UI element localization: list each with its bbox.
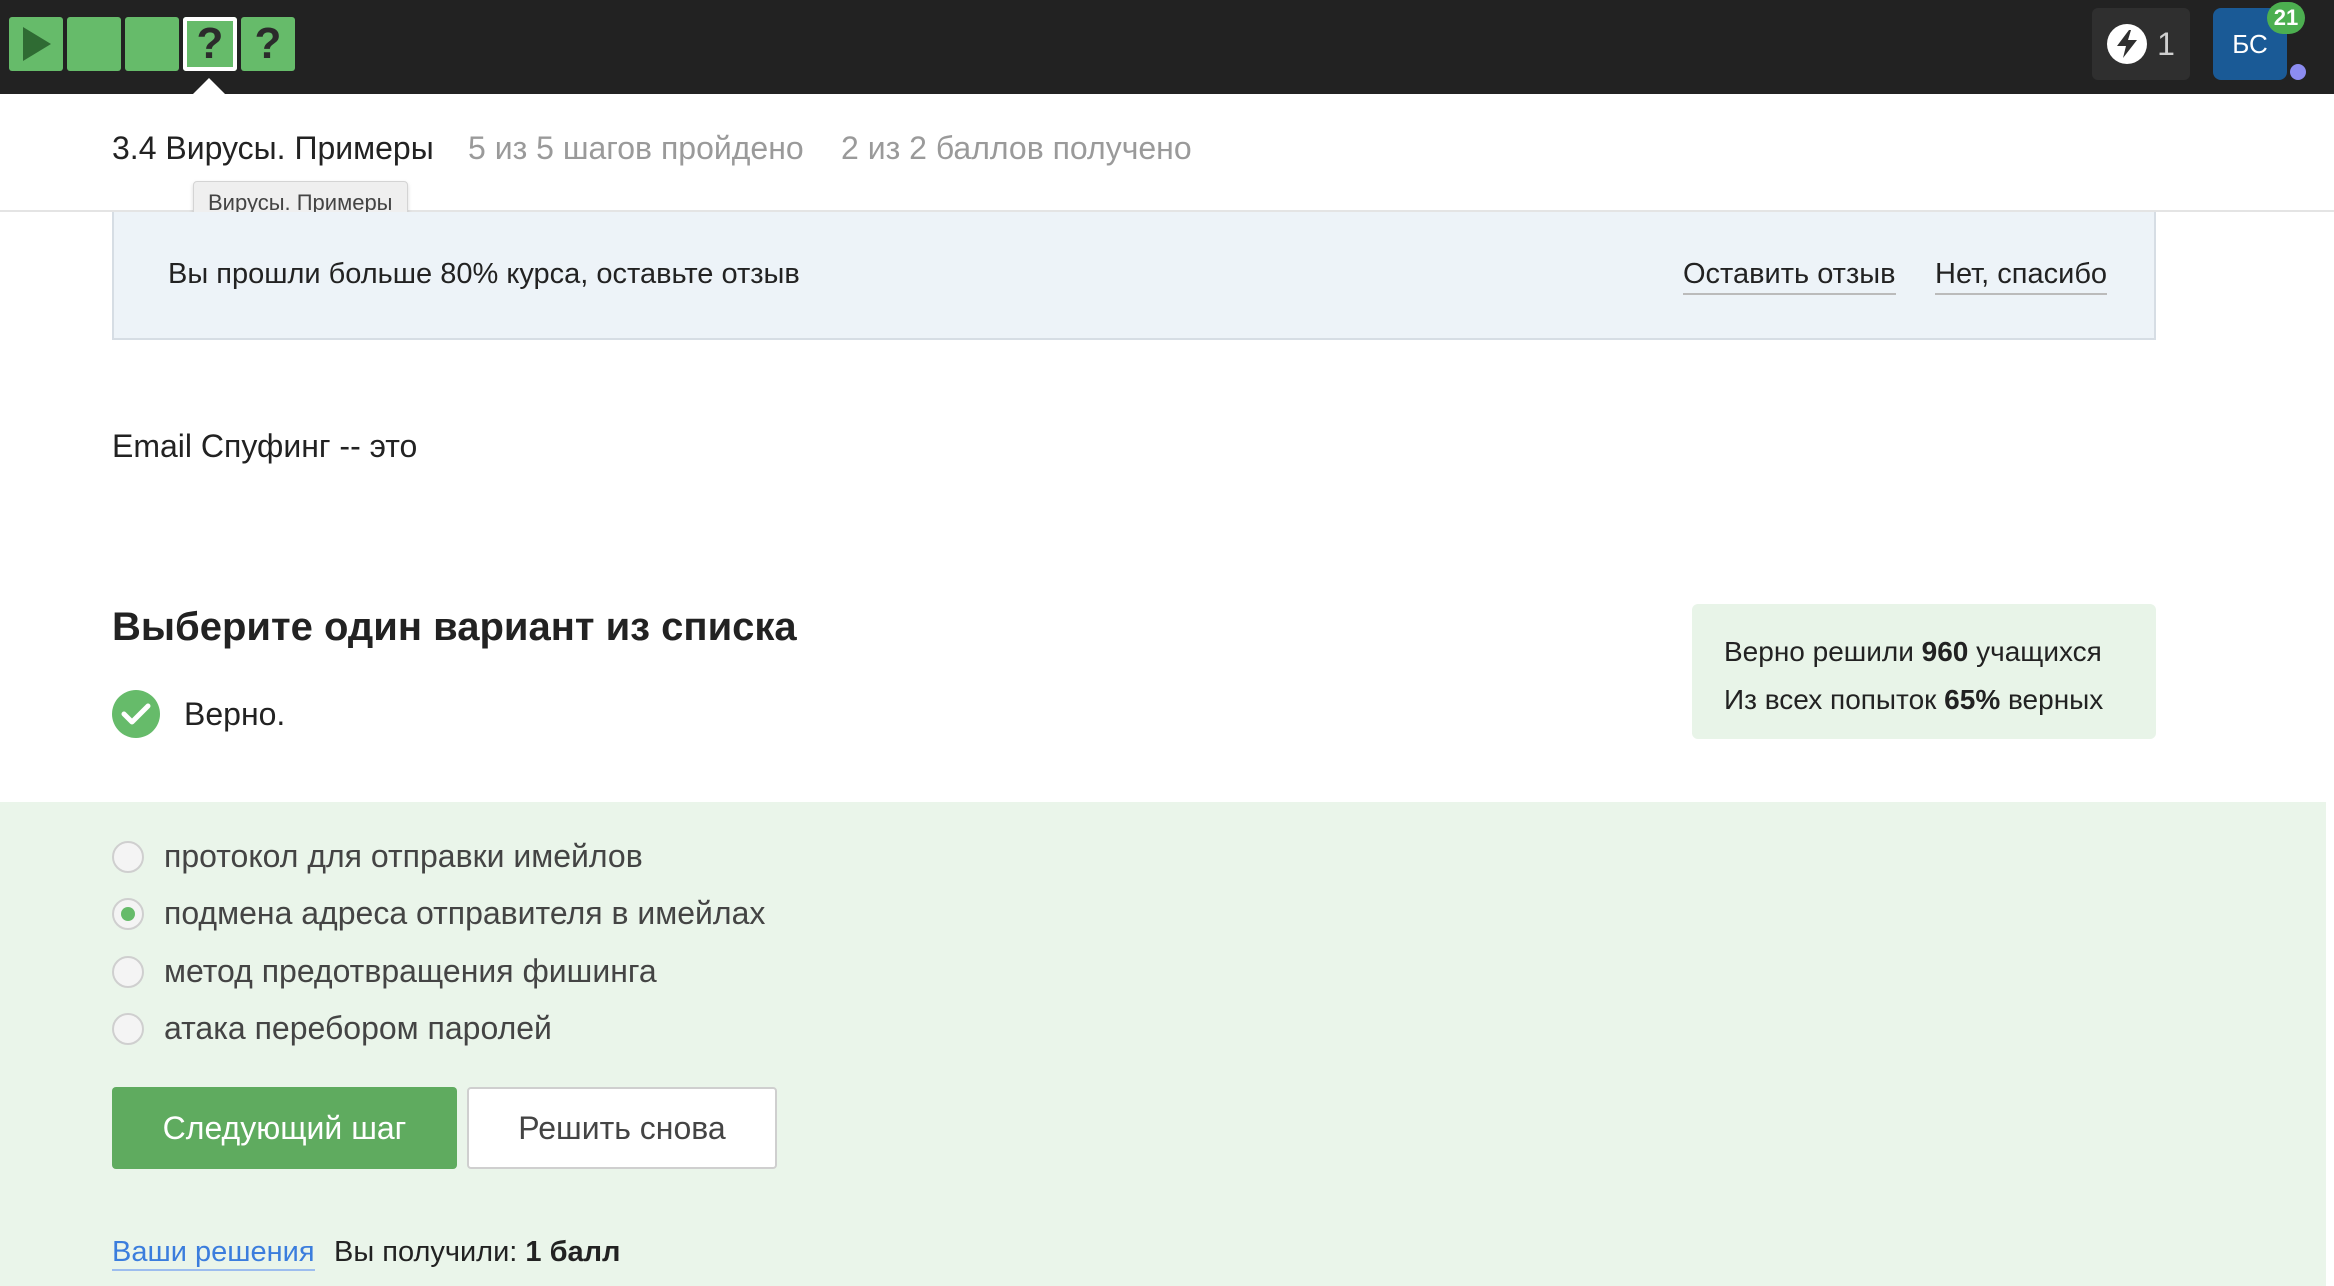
success-rate-line: Из всех попыток 65% верных <box>1724 684 2104 715</box>
answer-option-label: подмена адреса отправителя в имейлах <box>164 895 766 931</box>
answer-option-label: протокол для отправки имейлов <box>164 838 643 874</box>
lesson-steps-nav: ? ? <box>9 17 295 71</box>
notifications-badge: 21 <box>2267 2 2305 34</box>
answer-option-selected[interactable]: подмена адреса отправителя в имейлах <box>112 895 765 932</box>
result-text: Верно. <box>184 695 286 732</box>
score-value: 1 балл <box>525 1236 621 1268</box>
step-3-button[interactable] <box>125 17 179 71</box>
energy-button[interactable]: 1 <box>2092 8 2190 80</box>
next-step-button[interactable]: Следующий шаг <box>112 1087 457 1169</box>
answer-option-label: метод предотвращения фишинга <box>164 953 657 989</box>
answer-option[interactable]: атака перебором паролей <box>112 1010 552 1047</box>
step-4-button[interactable]: ? <box>183 17 237 71</box>
lightning-icon <box>2107 24 2148 64</box>
score-text: Вы получили: 1 балл <box>334 1236 621 1268</box>
solved-count: 960 <box>1921 636 1969 667</box>
check-circle-icon <box>112 690 160 738</box>
answer-option[interactable]: метод предотвращения фишинга <box>112 953 657 990</box>
step-5-button[interactable]: ? <box>241 17 295 71</box>
top-navigation-bar: ? ? 1 БС 21 <box>0 0 2334 94</box>
question-icon: ? <box>254 19 282 68</box>
review-banner: Вы прошли больше 80% курса, оставьте отз… <box>112 212 2156 340</box>
step-1-button[interactable] <box>9 17 63 71</box>
review-banner-text: Вы прошли больше 80% курса, оставьте отз… <box>168 258 800 290</box>
radio-button-checked[interactable] <box>112 897 144 930</box>
lesson-title[interactable]: 3.4 Вирусы. Примеры <box>112 130 434 167</box>
question-icon: ? <box>196 19 224 68</box>
steps-progress: 5 из 5 шагов пройдено <box>468 130 804 166</box>
result-status: Верно. <box>112 690 285 738</box>
radio-button[interactable] <box>112 1012 144 1045</box>
status-dot <box>2290 64 2306 80</box>
answer-option-label: атака перебором паролей <box>164 1010 552 1046</box>
energy-count: 1 <box>2157 25 2175 62</box>
no-thanks-link[interactable]: Нет, спасибо <box>1935 258 2108 295</box>
solve-stats: Верно решили 960 учащихся Из всех попыто… <box>1692 604 2156 739</box>
answer-option[interactable]: протокол для отправки имейлов <box>112 838 643 875</box>
solved-count-line: Верно решили 960 учащихся <box>1724 636 2102 667</box>
play-icon <box>23 27 51 61</box>
your-solutions-link[interactable]: Ваши решения <box>112 1236 315 1271</box>
step-2-button[interactable] <box>67 17 121 71</box>
leave-review-link[interactable]: Оставить отзыв <box>1683 258 1896 295</box>
question-text: Email Спуфинг -- это <box>112 428 418 464</box>
active-step-indicator <box>193 78 225 94</box>
choose-one-title: Выберите один вариант из списка <box>112 605 797 649</box>
radio-button[interactable] <box>112 955 144 988</box>
success-rate: 65% <box>1944 684 2001 715</box>
solve-again-button[interactable]: Решить снова <box>467 1087 777 1169</box>
points-progress: 2 из 2 баллов получено <box>841 130 1192 166</box>
radio-button[interactable] <box>112 840 144 873</box>
